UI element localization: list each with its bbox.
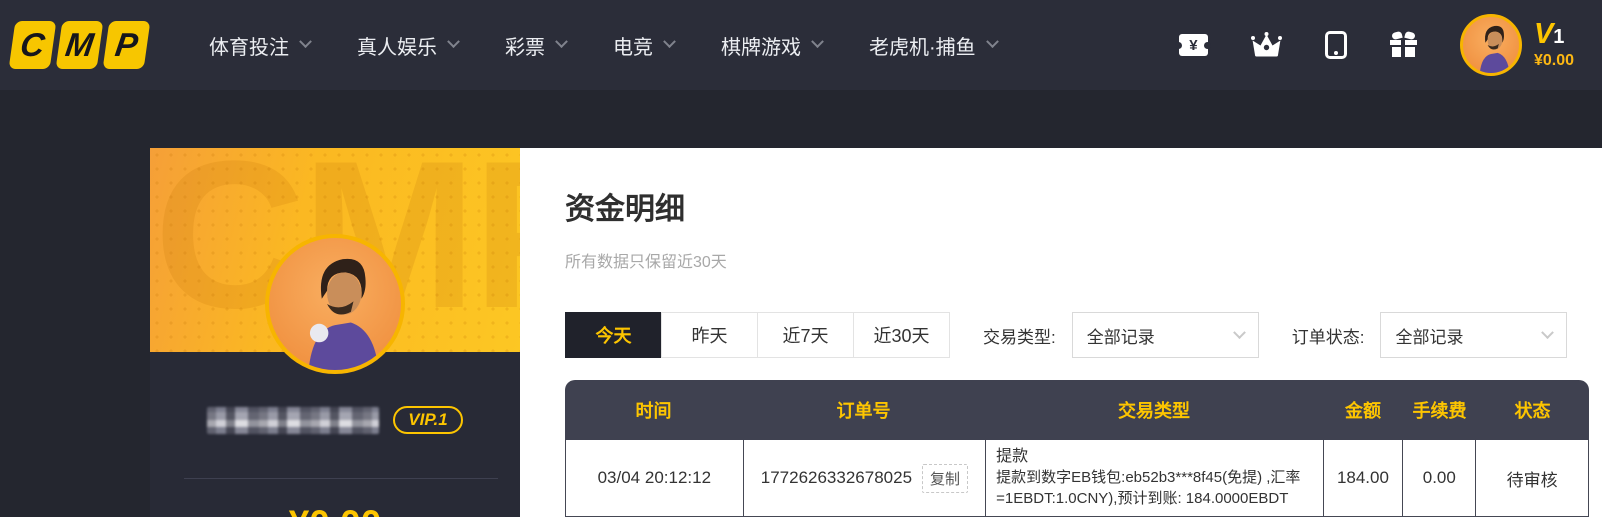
level-and-balance: V1 ¥0.00 xyxy=(1533,17,1574,70)
tab-yesterday[interactable]: 昨天 xyxy=(661,312,758,358)
order-status-select[interactable]: 全部记录 xyxy=(1380,312,1568,358)
vip-badge: VIP.1 xyxy=(393,406,463,434)
masked-username xyxy=(207,406,380,434)
menu-label: 真人娱乐 xyxy=(357,36,437,59)
menu-item-lottery[interactable]: 彩票 xyxy=(505,31,568,60)
chevron-down-icon xyxy=(447,34,460,48)
cell-transaction-type: 提款 提款到数字EB钱包:eb52b3***8f45(免提) ,汇率=1EBDT… xyxy=(985,440,1322,516)
logo-letter-tile: M xyxy=(55,21,104,69)
chevron-down-icon xyxy=(1541,325,1555,339)
order-number: 1772626332678025 xyxy=(760,468,913,487)
page-title: 资金明细 xyxy=(565,193,685,226)
username-row: VIP.1 xyxy=(150,406,520,434)
chevron-down-icon xyxy=(299,34,312,48)
divider xyxy=(184,478,498,479)
page-subtitle: 所有数据只保留近30天 xyxy=(565,254,727,271)
avatar[interactable] xyxy=(265,234,405,374)
header-status: 状态 xyxy=(1514,401,1551,421)
table-row: 03/04 20:12:12 1772626332678025 复制 提款 提款… xyxy=(565,440,1589,517)
chevron-down-icon xyxy=(985,34,999,48)
menu-label: 电竞 xyxy=(613,36,653,59)
header-amount: 金额 xyxy=(1345,401,1381,421)
cell-amount: 184.00 xyxy=(1322,440,1403,516)
funds-detail-panel: 资金明细 所有数据只保留近30天 今天 昨天 近7天 近30天 交易类型: 全部… xyxy=(520,148,1602,517)
cell-status: 待审核 xyxy=(1475,440,1588,516)
menu-label: 棋牌游戏 xyxy=(721,36,801,59)
transaction-type-title: 提款 xyxy=(996,448,1029,465)
menu-item-live-casino[interactable]: 真人娱乐 xyxy=(357,31,460,60)
chevron-down-icon xyxy=(663,34,676,48)
gift-bow xyxy=(1391,30,1403,41)
crown-vip-icon[interactable] xyxy=(1250,31,1282,59)
filter-controls: 今天 昨天 近7天 近30天 交易类型: 全部记录 订单状态: 全部记录 xyxy=(565,312,1568,358)
menu-label: 老虎机·捕鱼 xyxy=(869,36,976,59)
gift-ribbon xyxy=(1401,40,1406,57)
gift-promo-icon[interactable] xyxy=(1389,30,1417,59)
cell-order-no: 1772626332678025 复制 xyxy=(742,440,986,516)
table-header-row: 时间 订单号 交易类型 金额 手续费 状态 xyxy=(565,380,1589,440)
level-letter: V xyxy=(1533,17,1554,50)
selected-value: 全部记录 xyxy=(1086,327,1155,347)
top-navbar: C M P 体育投注 真人娱乐 彩票 电竞 棋牌游戏 老虎机·捕鱼 ¥ V1 ¥… xyxy=(0,0,1602,90)
logo-letter-tile: P xyxy=(102,21,151,69)
yuan-symbol: ¥ xyxy=(1189,36,1198,54)
logo-letter-tile: C xyxy=(8,21,57,69)
wallet-balance: ¥0.00 xyxy=(1533,51,1574,69)
mobile-app-icon[interactable] xyxy=(1324,31,1347,59)
menu-item-esports[interactable]: 电竞 xyxy=(613,31,676,60)
header-transaction-type: 交易类型 xyxy=(1118,401,1190,421)
menu-label: 彩票 xyxy=(505,36,545,59)
tab-last-30-days[interactable]: 近30天 xyxy=(853,312,950,358)
copy-button[interactable]: 复制 xyxy=(922,463,969,493)
chevron-down-icon xyxy=(811,34,824,48)
navbar-right-section: ¥ V1 ¥0.00 xyxy=(1175,14,1574,76)
avatar[interactable] xyxy=(1459,14,1522,76)
menu-item-sports[interactable]: 体育投注 xyxy=(209,31,312,60)
sidebar-balance: ¥0.00 xyxy=(150,503,520,517)
menu-item-slots-fishing[interactable]: 老虎机·捕鱼 xyxy=(869,31,999,60)
chevron-down-icon xyxy=(1232,325,1246,339)
chevron-down-icon xyxy=(555,34,568,48)
menu-item-board-games[interactable]: 棋牌游戏 xyxy=(721,31,824,60)
voucher-ticket-icon[interactable]: ¥ xyxy=(1175,34,1212,56)
vip-level-badge: V1 xyxy=(1533,17,1574,52)
funds-table: 时间 订单号 交易类型 金额 手续费 状态 03/04 20:12:12 177… xyxy=(565,380,1589,517)
header-time: 时间 xyxy=(635,401,672,421)
header-fee: 手续费 xyxy=(1412,401,1467,421)
selected-value: 全部记录 xyxy=(1395,327,1464,347)
transaction-type-label: 交易类型: xyxy=(983,327,1056,347)
level-number: 1 xyxy=(1553,25,1565,48)
profile-sidebar: CMP VIP.1 ¥0.00 xyxy=(150,148,520,517)
order-status-label: 订单状态: xyxy=(1291,327,1365,347)
cell-fee: 0.00 xyxy=(1402,440,1475,516)
transaction-type-select[interactable]: 全部记录 xyxy=(1071,312,1259,358)
menu-label: 体育投注 xyxy=(209,36,289,59)
header-order-no: 订单号 xyxy=(836,401,891,421)
tab-last-7-days[interactable]: 近7天 xyxy=(757,312,854,358)
brand-logo[interactable]: C M P xyxy=(8,21,151,69)
gift-bow xyxy=(1404,30,1416,41)
transaction-type-detail: 提款到数字EB钱包:eb52b3***8f45(免提) ,汇率=1EBDT:1.… xyxy=(996,469,1301,507)
tab-today[interactable]: 今天 xyxy=(565,312,662,358)
user-account-box[interactable]: V1 ¥0.00 xyxy=(1459,14,1574,76)
cell-time: 03/04 20:12:12 xyxy=(597,468,712,487)
main-menu: 体育投注 真人娱乐 彩票 电竞 棋牌游戏 老虎机·捕鱼 xyxy=(209,31,999,60)
